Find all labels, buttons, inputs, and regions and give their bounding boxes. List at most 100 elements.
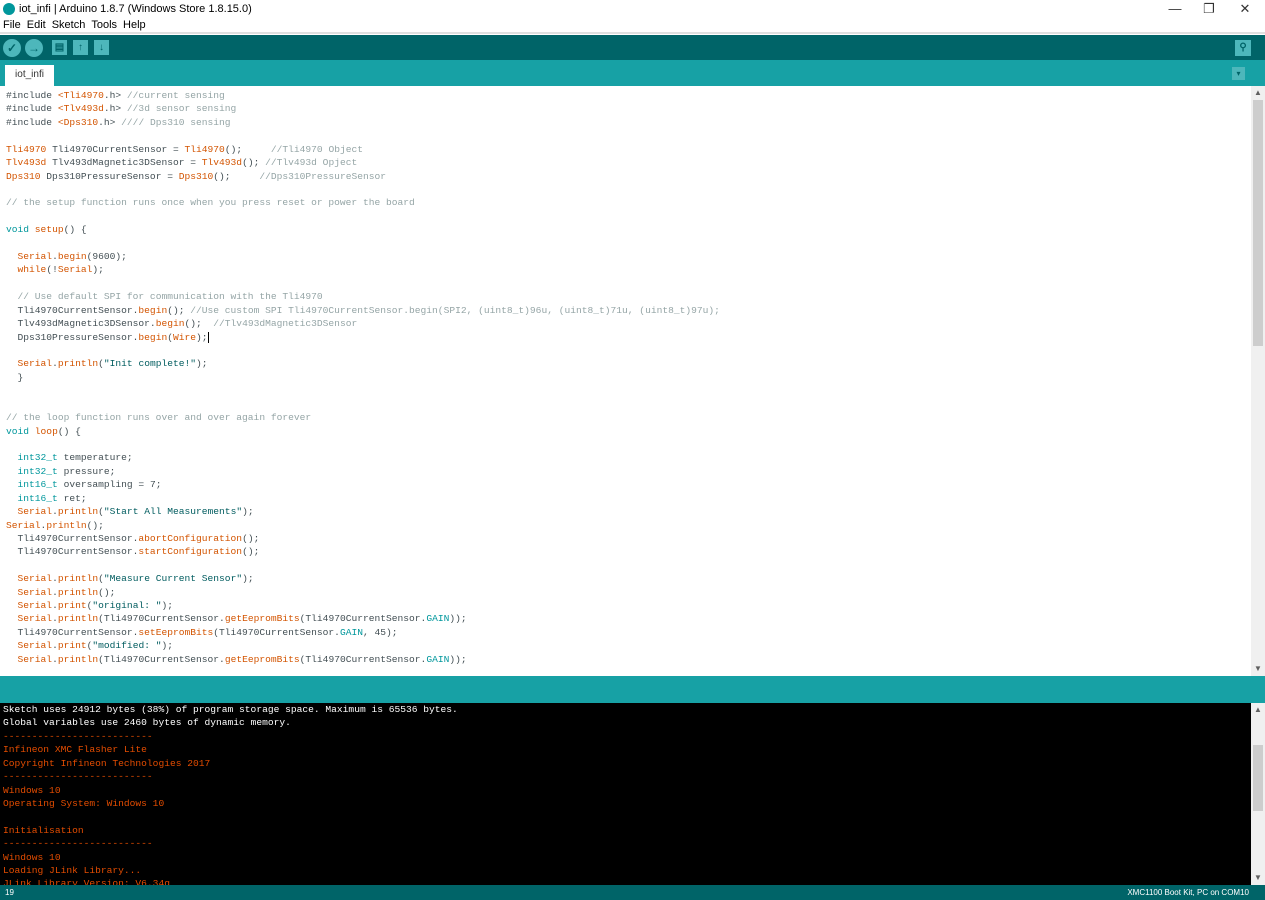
code-token: void xyxy=(6,224,30,236)
menu-file[interactable]: File xyxy=(3,18,21,31)
code-token: "Start All Measurements" xyxy=(103,506,243,518)
code-line: #include <Dps310.h> //// Dps310 sensing xyxy=(6,116,1251,129)
code-token: Serial xyxy=(57,264,93,276)
editor-scrollbar[interactable]: ▲ ▼ xyxy=(1251,86,1265,676)
code-token: #include xyxy=(6,90,58,101)
code-token: Serial xyxy=(17,358,53,370)
code-token: Serial xyxy=(17,613,53,625)
code-token: Tlv493dMagnetic3DSensor = xyxy=(46,157,202,169)
console-line: Global variables use 2460 bytes of dynam… xyxy=(3,717,291,729)
editor-scrollbar-thumb[interactable] xyxy=(1253,100,1263,346)
code-token: (); xyxy=(184,318,214,330)
code-token: // the setup function runs once when you… xyxy=(6,197,415,209)
code-token: print xyxy=(57,600,87,612)
menu-sketch[interactable]: Sketch xyxy=(52,18,86,31)
menu-tools[interactable]: Tools xyxy=(91,18,117,31)
code-token: startConfiguration xyxy=(138,546,243,558)
code-line: int32_t pressure; xyxy=(6,465,1251,478)
code-token: )); xyxy=(449,653,467,665)
line-number: 19 xyxy=(5,888,14,897)
code-token: ret; xyxy=(57,492,87,504)
code-token: ); xyxy=(161,640,173,652)
code-line: Serial.println("Start All Measurements")… xyxy=(6,505,1251,518)
code-token: println xyxy=(57,573,99,585)
code-token: println xyxy=(57,586,99,598)
code-token: "original: " xyxy=(92,600,162,612)
code-token: Serial xyxy=(17,640,53,652)
code-token: begin xyxy=(57,251,87,263)
console-divider[interactable] xyxy=(0,676,1265,703)
code-line: Tli4970CurrentSensor.startConfiguration(… xyxy=(6,545,1251,558)
code-token: ); xyxy=(242,573,254,585)
code-token: , 45); xyxy=(362,626,398,638)
menu-help[interactable]: Help xyxy=(123,18,146,31)
code-token: Serial xyxy=(17,653,53,665)
code-line: Serial.println("Measure Current Sensor")… xyxy=(6,572,1251,585)
code-token: Dps310PressureSensor = xyxy=(40,170,179,182)
save-button[interactable]: ↓ xyxy=(94,40,109,55)
code-token: Tli4970 xyxy=(6,143,47,155)
code-token: "Init complete!" xyxy=(103,358,197,370)
console-scroll-up-icon[interactable]: ▲ xyxy=(1251,704,1265,716)
console-line: Windows 10 xyxy=(3,784,61,796)
code-token: #include xyxy=(6,116,58,128)
close-button[interactable]: ✕ xyxy=(1230,1,1260,17)
code-token: ); xyxy=(196,358,208,370)
code-token: Tlv493d xyxy=(6,157,47,169)
maximize-button[interactable]: ❐ xyxy=(1194,1,1224,17)
code-line: #include <Tli4970.h> //current sensing xyxy=(6,89,1251,102)
code-token: pressure; xyxy=(57,465,116,477)
code-token: Tli4970 xyxy=(184,143,225,155)
code-line: Tli4970CurrentSensor.begin(); //Use cust… xyxy=(6,304,1251,317)
code-line: Tli4970 Tli4970CurrentSensor = Tli4970()… xyxy=(6,143,1251,156)
code-token: //// Dps310 sensing xyxy=(121,116,231,128)
serial-monitor-button[interactable]: ⚲ xyxy=(1235,40,1251,56)
console-line: Sketch uses 24912 bytes (38%) of program… xyxy=(3,704,458,715)
code-token: //Tli4970 Object xyxy=(270,143,363,155)
code-token: // Use default SPI for communication wit… xyxy=(17,291,323,303)
code-token: Serial xyxy=(17,506,53,518)
code-token: temperature; xyxy=(57,452,133,464)
verify-button[interactable]: ✓ xyxy=(3,39,21,57)
code-token: println xyxy=(57,653,99,665)
code-token: println xyxy=(57,358,99,370)
code-editor[interactable]: #include <Tli4970.h> //current sensing #i… xyxy=(0,86,1251,676)
console-scroll-down-icon[interactable]: ▼ xyxy=(1251,872,1265,884)
tab-iot-infi[interactable]: iot_infi xyxy=(5,65,54,86)
code-token: <Tli4970 xyxy=(57,90,104,101)
code-token: Tli4970CurrentSensor. xyxy=(6,626,139,638)
code-token: (9600); xyxy=(86,251,127,263)
code-token: loop xyxy=(34,425,58,437)
code-token: while xyxy=(17,264,47,276)
scroll-up-icon[interactable]: ▲ xyxy=(1251,87,1265,99)
upload-button[interactable]: → xyxy=(25,39,43,57)
code-token: //Dps310PressureSensor xyxy=(259,170,387,182)
code-token: getEepromBits xyxy=(224,613,300,625)
code-token: int16_t xyxy=(17,479,58,491)
console-line: -------------------------- xyxy=(3,771,153,783)
code-token: () { xyxy=(57,425,81,437)
status-bar: 19 XMC1100 Boot Kit, PC on COM10 xyxy=(0,885,1265,900)
open-button[interactable]: ↑ xyxy=(73,40,88,55)
code-token: Wire xyxy=(172,331,197,343)
scroll-down-icon[interactable]: ▼ xyxy=(1251,663,1265,675)
menu-edit[interactable]: Edit xyxy=(27,18,46,31)
console-scrollbar[interactable]: ▲ ▼ xyxy=(1251,703,1265,885)
console-scrollbar-thumb[interactable] xyxy=(1253,745,1263,811)
code-token: //current sensing xyxy=(126,90,225,101)
new-sketch-button[interactable]: ▤ xyxy=(52,40,67,55)
code-token: Dps310 xyxy=(6,170,41,182)
minimize-button[interactable]: — xyxy=(1160,1,1190,16)
code-token: //Tlv493d Opject xyxy=(265,157,358,169)
code-token: int32_t xyxy=(17,465,58,477)
code-token: ); xyxy=(196,331,208,343)
tab-menu-button[interactable]: ▾ xyxy=(1232,67,1245,80)
